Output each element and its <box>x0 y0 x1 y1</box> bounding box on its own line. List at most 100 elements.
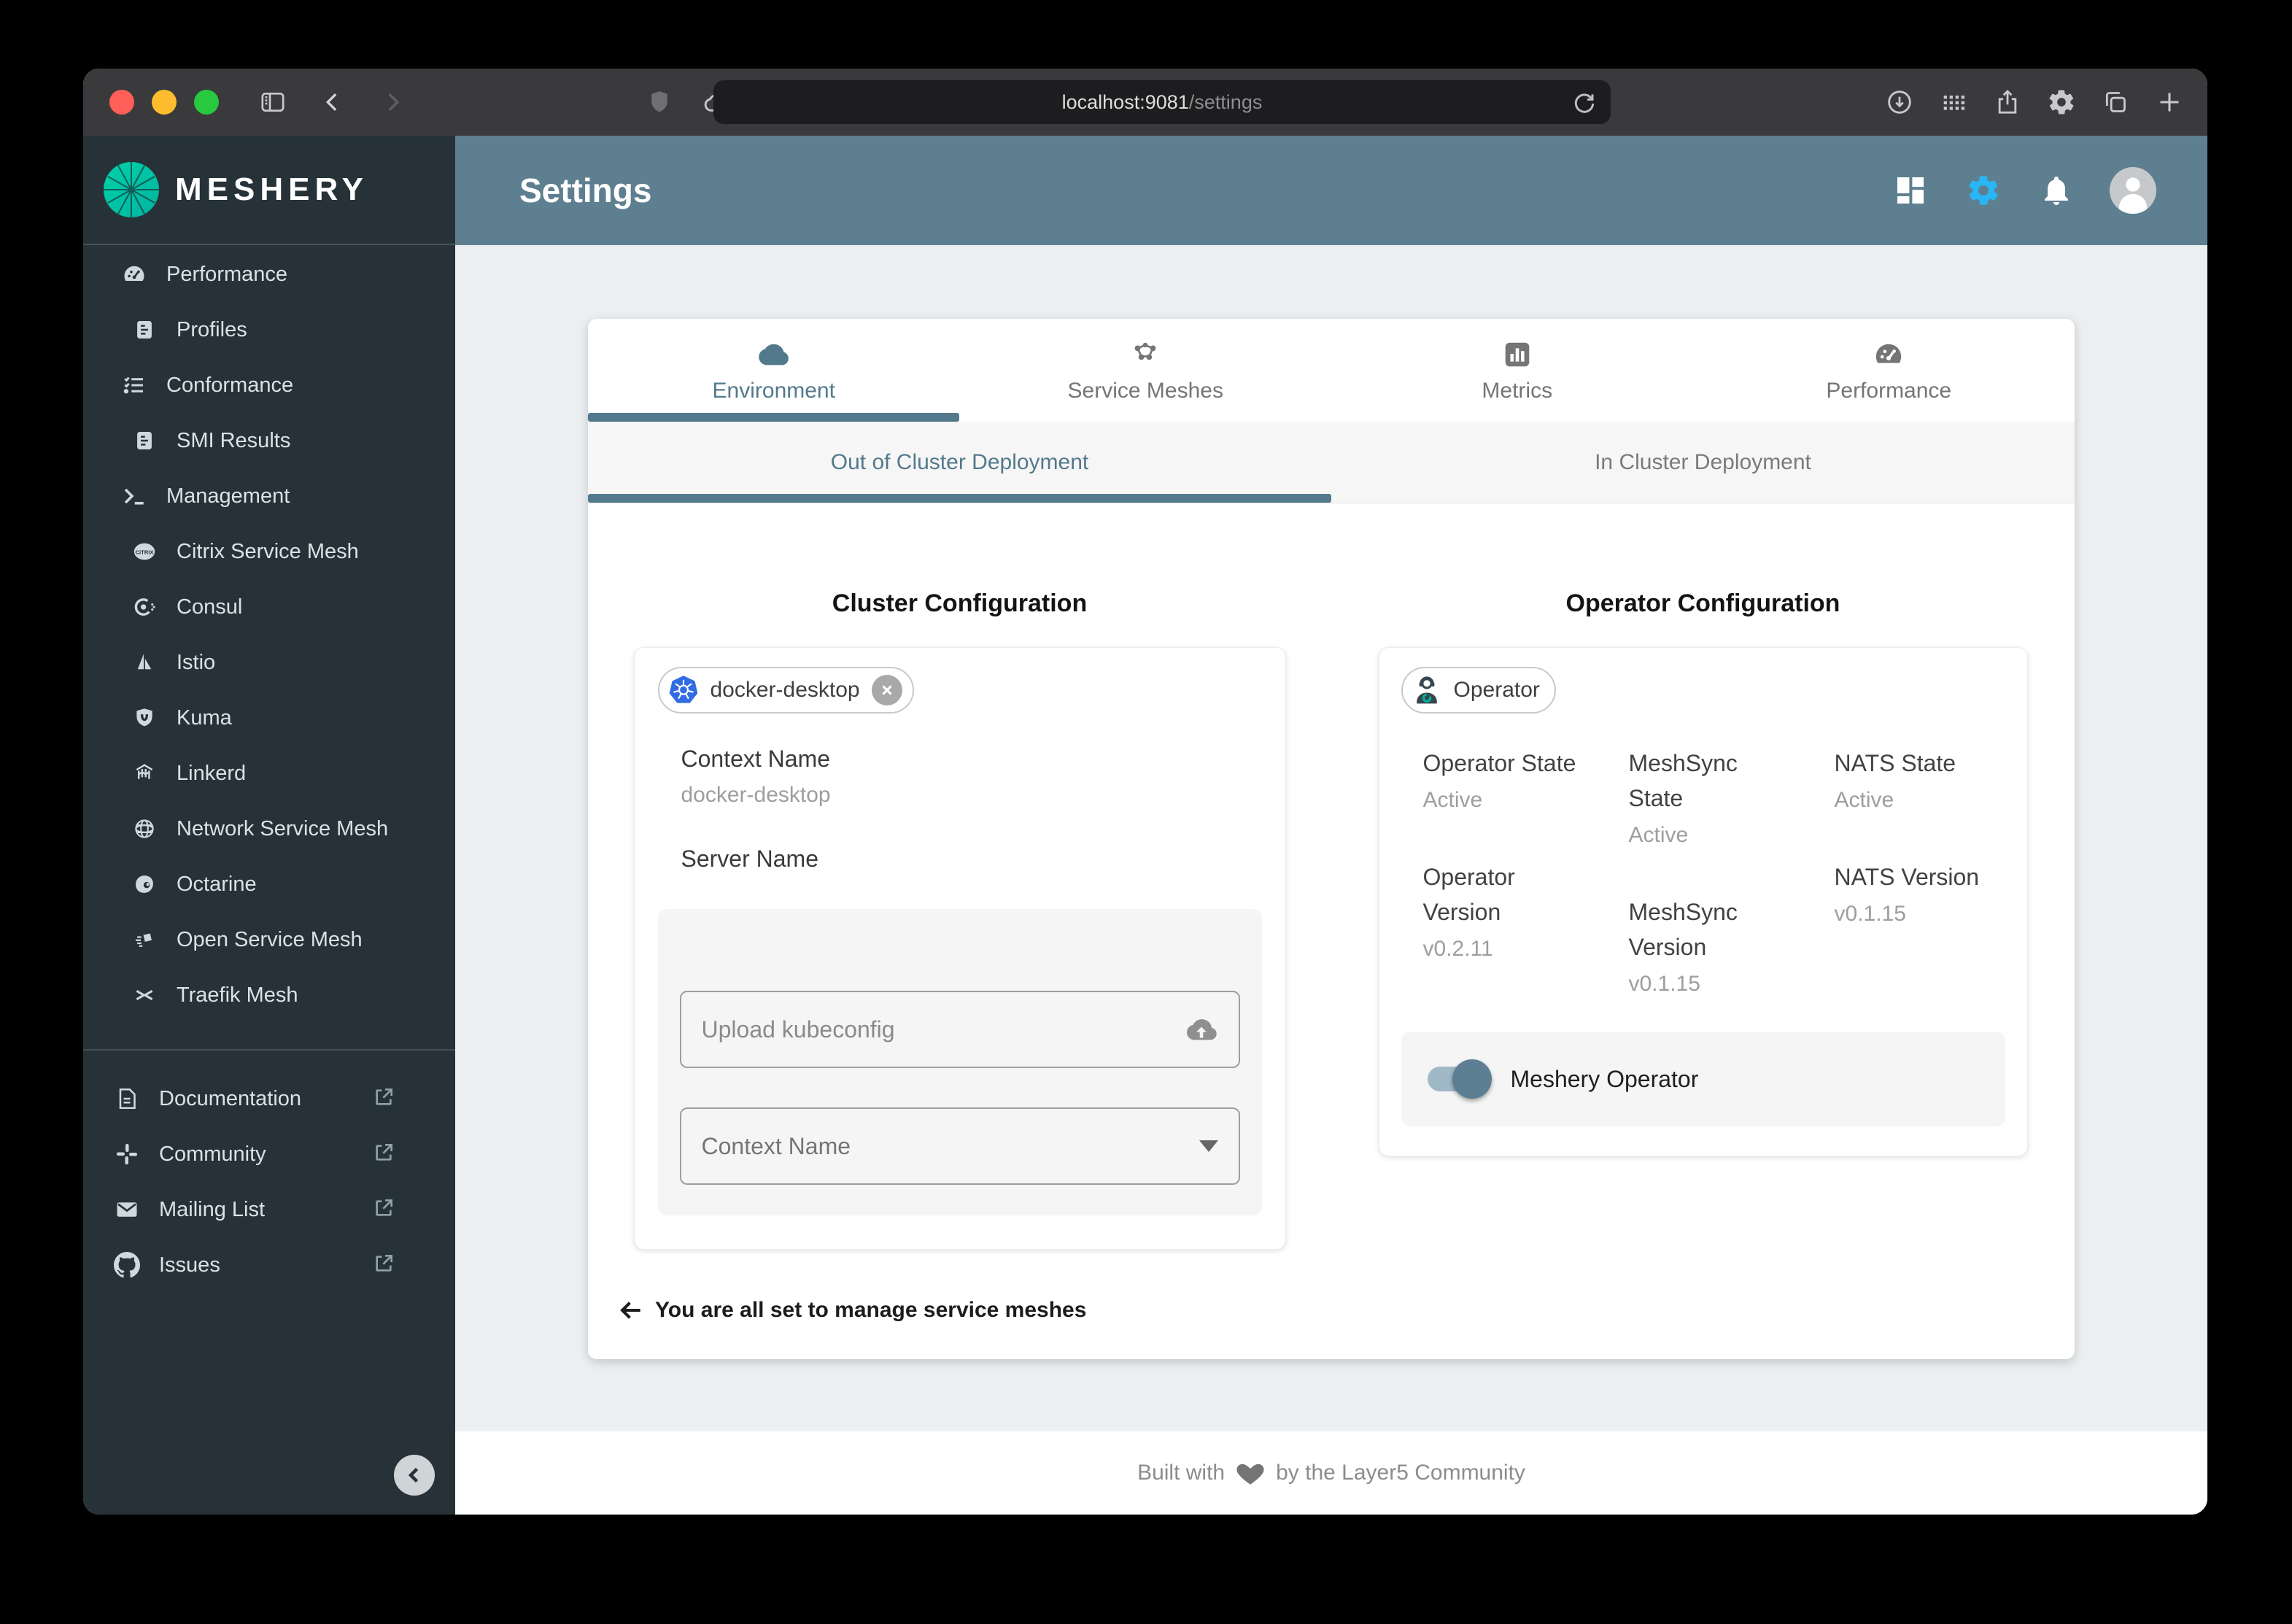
cloud-icon <box>759 344 789 365</box>
sidebar-item-traefik-mesh[interactable]: Traefik Mesh <box>83 967 455 1023</box>
person-icon <box>2118 177 2148 214</box>
browser-window: localhost:9081/settings MESHERY Performa… <box>83 69 2207 1515</box>
sidebar-item-smi-results[interactable]: SMI Results <box>83 413 455 468</box>
stat-value: v0.2.11 <box>1422 937 1493 961</box>
operator-chip[interactable]: Operator <box>1401 667 1556 714</box>
tab-label: Performance <box>1826 378 1952 403</box>
external-link-icon <box>372 1196 395 1223</box>
sidebar-link-documentation[interactable]: Documentation <box>83 1071 455 1126</box>
url-bar[interactable]: localhost:9081/settings <box>713 80 1611 124</box>
sidebar-link-mailing-list[interactable]: Mailing List <box>83 1182 455 1237</box>
tab-bar: Environment Service Meshes Metrics Perfo… <box>588 319 2075 422</box>
subtab-out-of-cluster[interactable]: Out of Cluster Deployment <box>588 422 1331 503</box>
refresh-icon[interactable] <box>1568 88 1600 120</box>
zoom-window-button[interactable] <box>194 90 219 115</box>
sidebar-link-label: Community <box>159 1142 266 1166</box>
upload-kubeconfig-field[interactable] <box>679 991 1240 1068</box>
sidebar-item-conformance[interactable]: Conformance <box>83 357 455 413</box>
sidebar-link-community[interactable]: Community <box>83 1126 455 1182</box>
forward-icon[interactable] <box>376 86 409 118</box>
back-icon[interactable] <box>317 86 349 118</box>
sidebar-item-label: SMI Results <box>177 428 291 452</box>
dashboard-icon[interactable] <box>1891 171 1930 210</box>
stat-label: NATS Version <box>1834 864 1980 890</box>
stat-value: v0.1.15 <box>1834 902 1906 926</box>
citrix-icon: CiTRIX <box>130 537 159 566</box>
docker-desktop-chip[interactable]: docker-desktop <box>657 667 914 714</box>
url-path: /settings <box>1188 90 1263 113</box>
upload-cloud-icon[interactable] <box>1185 1013 1218 1046</box>
sidebar-item-performance[interactable]: Performance <box>83 247 455 302</box>
sidebar-item-linkerd[interactable]: Linkerd <box>83 746 455 801</box>
operator-stats: Operator State Active Operator Version v… <box>1401 746 2005 997</box>
sidebar-link-label: Mailing List <box>159 1197 266 1221</box>
brand-header[interactable]: MESHERY <box>83 136 455 245</box>
stat-operator-version: Operator Version v0.2.11 <box>1423 859 1629 962</box>
kubernetes-icon <box>667 673 700 707</box>
traffic-lights <box>109 90 219 115</box>
sidebar-item-citrix-service-mesh[interactable]: CiTRIX Citrix Service Mesh <box>83 524 455 579</box>
sidebar-item-kuma[interactable]: Kuma <box>83 690 455 746</box>
bell-icon[interactable] <box>2037 171 2076 210</box>
app-header: Settings <box>455 136 2207 245</box>
tab-performance[interactable]: Performance <box>1703 319 2075 422</box>
toggle-thumb <box>1452 1059 1492 1099</box>
stat-label: Operator State <box>1422 750 1576 776</box>
tab-metrics[interactable]: Metrics <box>1331 319 1703 422</box>
sidebar-item-label: Performance <box>166 262 288 286</box>
sidebar-item-istio[interactable]: Istio <box>83 635 455 690</box>
footer-text-post: by the Layer5 Community <box>1276 1461 1525 1485</box>
sidebar-links: Documentation Community Mailing List Iss… <box>83 1051 455 1293</box>
sidebar-toggle-icon[interactable] <box>257 86 289 118</box>
status-message: You are all set to manage service meshes <box>655 1298 1087 1322</box>
share-icon[interactable] <box>1991 86 2024 118</box>
subtab-indicator <box>588 494 1331 503</box>
sidebar-item-open-service-mesh[interactable]: Open Service Mesh <box>83 912 455 967</box>
grid-icon[interactable] <box>1937 86 1970 118</box>
sidebar-item-octarine[interactable]: Octarine <box>83 857 455 912</box>
sidebar-item-label: Traefik Mesh <box>177 983 298 1007</box>
sidebar-item-profiles[interactable]: Profiles <box>83 302 455 357</box>
traefik-mesh-icon <box>130 981 159 1010</box>
tab-environment[interactable]: Environment <box>588 319 960 422</box>
tab-label: Service Meshes <box>1067 378 1223 403</box>
heart-icon <box>1236 1463 1264 1485</box>
plus-icon[interactable] <box>2153 86 2185 118</box>
tab-service-meshes[interactable]: Service Meshes <box>960 319 1332 422</box>
chip-delete-button[interactable] <box>871 675 902 705</box>
slack-icon <box>112 1140 142 1169</box>
copy-icon[interactable] <box>2099 86 2132 118</box>
download-icon[interactable] <box>1883 86 1916 118</box>
sidebar-item-management[interactable]: Management <box>83 468 455 524</box>
meshery-operator-toggle[interactable] <box>1427 1059 1492 1099</box>
gear-icon[interactable] <box>2045 86 2078 118</box>
server-name-label: Server Name <box>681 846 819 872</box>
context-name-select[interactable]: Context Name <box>679 1107 1240 1185</box>
url-host: localhost:9081 <box>1061 90 1189 113</box>
sidebar-item-label: Kuma <box>177 705 232 730</box>
consul-icon <box>130 592 159 622</box>
upload-kubeconfig-input[interactable] <box>701 1016 1185 1043</box>
svg-text:CiTRIX: CiTRIX <box>135 549 154 555</box>
sidebar-item-network-service-mesh[interactable]: Network Service Mesh <box>83 801 455 857</box>
sidebar-item-consul[interactable]: Consul <box>83 579 455 635</box>
network-service-mesh-icon <box>130 814 159 843</box>
sidebar-collapse-button[interactable] <box>394 1455 435 1496</box>
shield-icon[interactable] <box>643 86 675 118</box>
sidebar-link-label: Documentation <box>159 1086 302 1110</box>
avatar[interactable] <box>2110 167 2156 214</box>
github-icon <box>112 1250 142 1280</box>
close-window-button[interactable] <box>109 90 134 115</box>
kuma-icon <box>130 703 159 732</box>
sidebar-link-issues[interactable]: Issues <box>83 1237 455 1293</box>
sidebar-link-label: Issues <box>159 1253 220 1277</box>
page-title: Settings <box>519 171 652 209</box>
minimize-window-button[interactable] <box>152 90 177 115</box>
speedometer-icon <box>120 260 149 289</box>
cluster-configuration-section: Cluster Configuration docker-desktop Con… <box>588 503 1331 1250</box>
subtab-in-cluster[interactable]: In Cluster Deployment <box>1331 422 2075 503</box>
settings-gear-icon[interactable] <box>1964 171 2003 210</box>
stat-operator-state: Operator State Active <box>1423 746 1629 813</box>
stat-value: Active <box>1422 788 1483 812</box>
stat-nats-state: NATS State Active <box>1835 746 2040 813</box>
